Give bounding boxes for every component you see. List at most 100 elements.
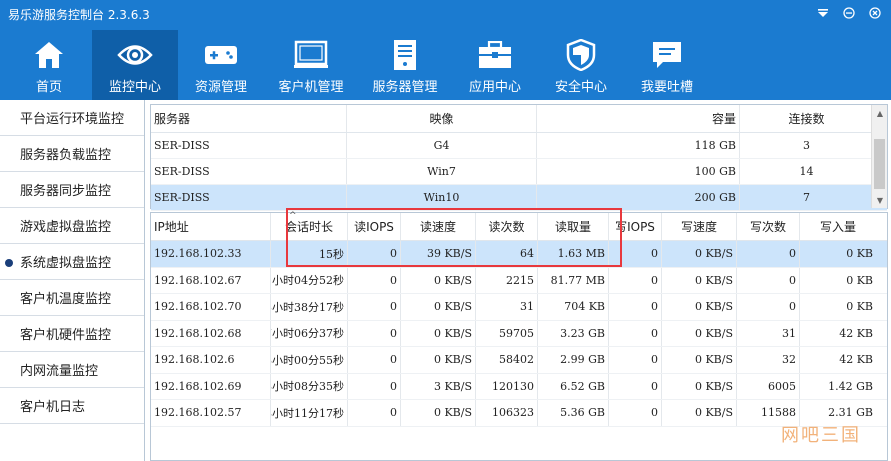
column-header-image[interactable]: 映像	[347, 105, 537, 132]
cell-read-count: 58402	[476, 347, 538, 373]
column-header-capacity[interactable]: 容量	[537, 105, 740, 132]
column-header-read-count[interactable]: 读次数	[476, 213, 538, 240]
dropdown-icon[interactable]	[815, 5, 831, 21]
server-table-scrollbar[interactable]: ▲ ▼	[871, 105, 887, 208]
cell-read-iops: 0	[348, 241, 401, 267]
cell-write-amount: 0 KB	[846, 300, 873, 314]
sidebar-item-client-hardware[interactable]: 客户机硬件监控	[0, 316, 144, 352]
column-header-ip[interactable]: IP地址	[151, 213, 271, 240]
sidebar-item-label: 服务器负载监控	[20, 148, 112, 163]
table-row[interactable]: 192.168.102.6 8小时00分55秒 0 0 KB/S 58402 2.99 G…	[151, 347, 887, 374]
cell-connections: 7	[803, 191, 810, 204]
sidebar-item-platform-env[interactable]: 平台运行环境监控	[0, 100, 144, 136]
sidebar-item-server-load[interactable]: 服务器负载监控	[0, 136, 144, 172]
cell-write-amount: 1.42 GB	[828, 379, 873, 393]
cell-read-amount: 5.36 GB	[538, 400, 609, 426]
cell-read-amount: 3.23 GB	[538, 320, 609, 346]
scroll-up-icon[interactable]: ▲	[872, 105, 888, 121]
scrollbar-thumb[interactable]	[874, 139, 885, 189]
sidebar-item-client-temp[interactable]: 客户机温度监控	[0, 280, 144, 316]
cell-server: SER-DISS	[151, 159, 347, 184]
column-header-read-iops[interactable]: 读IOPS	[348, 213, 401, 240]
cell-write-speed: 0 KB/S	[662, 241, 737, 267]
cell-ip: 192.168.102.67	[151, 267, 271, 293]
column-header-read-speed[interactable]: 读速度	[401, 213, 476, 240]
cell-session-duration: 2小时04分52秒	[271, 267, 348, 293]
column-header-write-count[interactable]: 写次数	[737, 213, 800, 240]
main-nav: 首页 监控中心 资源管理 客户机管理 服务器管理 应用中心 安全中心 我要吐槽	[0, 28, 891, 100]
sidebar-item-system-vdisk[interactable]: 系统虚拟盘监控	[0, 244, 144, 280]
sidebar-item-game-vdisk[interactable]: 游戏虚拟盘监控	[0, 208, 144, 244]
nav-resource-management[interactable]: 资源管理	[178, 30, 264, 100]
cell-capacity: 200 GB	[537, 185, 740, 210]
cell-write-speed: 0 KB/S	[662, 373, 737, 399]
nav-security-center[interactable]: 安全中心	[538, 30, 624, 100]
nav-home[interactable]: 首页	[6, 30, 92, 100]
sidebar-item-label: 客户机温度监控	[20, 292, 112, 307]
cell-read-iops: 0	[348, 320, 401, 346]
cell-connections: 14	[799, 165, 814, 178]
scroll-down-icon[interactable]: ▼	[872, 192, 888, 208]
column-header-server[interactable]: 服务器	[151, 105, 347, 132]
client-io-table-header: IP地址 会话时长 读IOPS 读速度 读次数 读取量 写IOPS 写速度 写次…	[151, 213, 887, 241]
column-header-write-amount[interactable]: 写入量	[800, 213, 876, 240]
table-row[interactable]: SER-DISS G4 118 GB 3	[151, 133, 887, 159]
sidebar-item-label: 客户机硬件监控	[20, 328, 112, 343]
cell-write-iops: 0	[609, 400, 662, 426]
nav-monitor-center[interactable]: 监控中心	[92, 30, 178, 100]
table-row[interactable]: 192.168.102.67 2小时04分52秒 0 0 KB/S 2215 81.77 …	[151, 267, 887, 294]
cell-read-speed: 0 KB/S	[401, 400, 476, 426]
cell-write-iops: 0	[609, 267, 662, 293]
cell-write-count: 0	[737, 294, 800, 320]
cell-read-iops: 0	[348, 294, 401, 320]
client-io-table: IP地址 会话时长 读IOPS 读速度 读次数 读取量 写IOPS 写速度 写次…	[150, 212, 888, 461]
sidebar-item-label: 客户机日志	[20, 400, 86, 415]
nav-feedback[interactable]: 我要吐槽	[624, 30, 710, 100]
cell-read-speed: 0 KB/S	[401, 347, 476, 373]
close-icon[interactable]	[867, 5, 883, 21]
cell-write-speed: 0 KB/S	[662, 320, 737, 346]
cell-write-count: 0	[737, 241, 800, 267]
table-row[interactable]: SER-DISS Win7 100 GB 14	[151, 159, 887, 185]
column-header-write-speed[interactable]: 写速度	[662, 213, 737, 240]
nav-server-management[interactable]: 服务器管理	[358, 30, 452, 100]
cell-ip: 192.168.102.70	[151, 294, 271, 320]
column-header-connections[interactable]: 连接数	[740, 105, 873, 132]
cell-server: SER-DISS	[151, 185, 347, 210]
watermark: 网吧三国	[781, 425, 861, 446]
sidebar-item-server-sync[interactable]: 服务器同步监控	[0, 172, 144, 208]
cell-write-count: 31	[737, 320, 800, 346]
column-header-read-amount[interactable]: 读取量	[538, 213, 609, 240]
eye-icon	[117, 38, 153, 72]
cell-write-speed: 0 KB/S	[662, 400, 737, 426]
cell-read-count: 31	[476, 294, 538, 320]
table-row[interactable]: 192.168.102.33 15秒 0 39 KB/S 64 1.63 MB 0 0 KB/…	[151, 241, 887, 268]
cell-write-count: 6005	[737, 373, 800, 399]
table-row[interactable]: 192.168.102.68 7小时06分37秒 0 0 KB/S 59705 3.23 …	[151, 320, 887, 347]
table-row[interactable]: SER-DISS Win10 200 GB 7	[151, 185, 887, 211]
active-dot-icon	[5, 259, 13, 267]
title-bar: 易乐游服务控制台 2.3.6.3	[0, 0, 891, 28]
nav-label: 监控中心	[108, 80, 161, 95]
nav-app-center[interactable]: 应用中心	[452, 30, 538, 100]
nav-client-management[interactable]: 客户机管理	[264, 30, 358, 100]
sidebar-item-client-log[interactable]: 客户机日志	[0, 388, 144, 424]
cell-ip: 192.168.102.33	[151, 241, 271, 267]
sidebar-item-lan-traffic[interactable]: 内网流量监控	[0, 352, 144, 388]
cell-session-duration: 3小时38分17秒	[271, 294, 348, 320]
table-row[interactable]: 192.168.102.69 8小时08分35秒 0 3 KB/S 120130 6.52…	[151, 373, 887, 400]
sidebar: 平台运行环境监控 服务器负载监控 服务器同步监控 游戏虚拟盘监控 系统虚拟盘监控…	[0, 100, 145, 461]
table-row[interactable]: 192.168.102.57 8小时11分17秒 0 0 KB/S 106323 5.36…	[151, 400, 887, 427]
nav-label: 安全中心	[554, 80, 607, 95]
cell-read-amount: 2.99 GB	[538, 347, 609, 373]
table-row[interactable]: 192.168.102.70 3小时38分17秒 0 0 KB/S 31 704 KB 0 0…	[151, 294, 887, 321]
comment-icon	[649, 38, 685, 72]
column-header-session-duration[interactable]: 会话时长	[271, 213, 348, 240]
nav-label: 首页	[35, 80, 62, 95]
column-header-write-iops[interactable]: 写IOPS	[609, 213, 662, 240]
server-table-header: 服务器 映像 容量 连接数	[151, 105, 887, 133]
minimize-icon[interactable]	[841, 5, 857, 21]
cell-write-speed: 0 KB/S	[662, 267, 737, 293]
cell-read-speed: 0 KB/S	[401, 294, 476, 320]
nav-label: 服务器管理	[372, 80, 438, 95]
